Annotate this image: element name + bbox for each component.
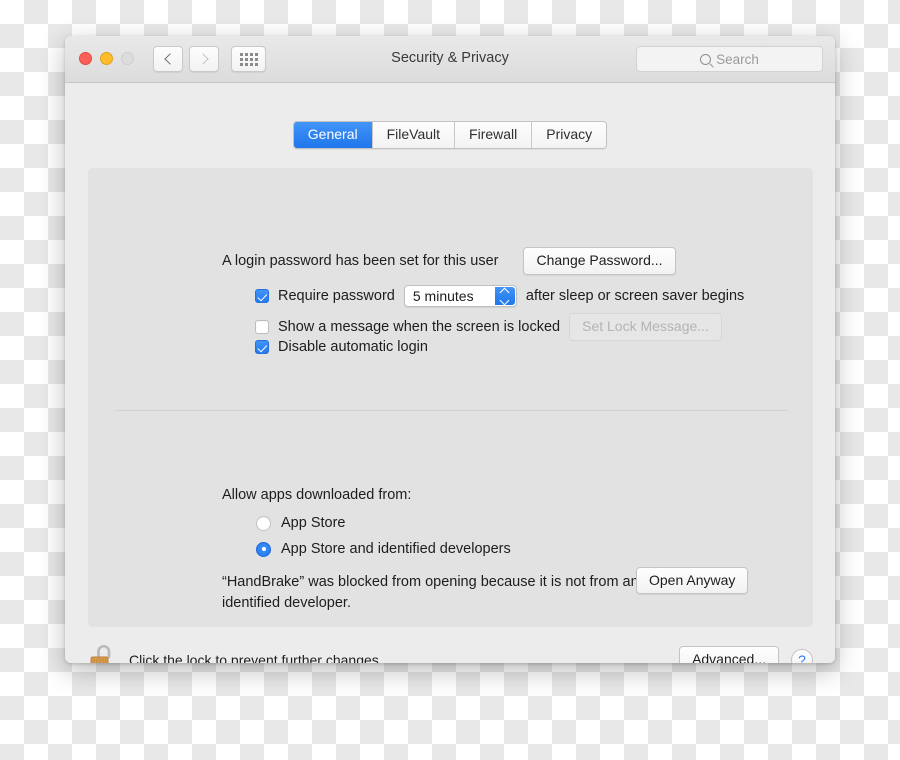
set-lock-message-button: Set Lock Message...: [569, 313, 722, 341]
require-password-suffix: after sleep or screen saver begins: [526, 288, 744, 304]
advanced-button[interactable]: Advanced...: [679, 646, 779, 663]
gatekeeper-option-identified-row[interactable]: App Store and identified developers: [256, 541, 511, 557]
disable-auto-login-checkbox[interactable]: [255, 340, 269, 354]
window-titlebar: Security & Privacy Search: [65, 36, 835, 83]
require-password-interval-select[interactable]: 5 minutes: [404, 285, 517, 307]
lock-note-text: Click the lock to prevent further change…: [129, 652, 383, 663]
blocked-app-message-line1: “HandBrake” was blocked from opening bec…: [222, 574, 692, 590]
stepper-arrows-icon[interactable]: [495, 287, 515, 305]
open-anyway-button[interactable]: Open Anyway: [636, 567, 748, 594]
section-divider: [115, 410, 788, 411]
radio-app-store-label: App Store: [281, 515, 346, 531]
blocked-app-message-line2: identified developer.: [222, 595, 692, 611]
general-settings-panel: [88, 168, 813, 627]
tab-privacy[interactable]: Privacy: [532, 122, 606, 148]
disable-auto-login-row: Disable automatic login: [255, 339, 428, 355]
footer-buttons: Advanced... ?: [679, 646, 813, 663]
radio-app-store-and-identified-developers[interactable]: [256, 542, 271, 557]
gatekeeper-option-appstore-row[interactable]: App Store: [256, 515, 346, 531]
login-password-row: A login password has been set for this u…: [222, 247, 676, 275]
window-body: General FileVault Firewall Privacy A log…: [65, 83, 835, 663]
blocked-app-message: “HandBrake” was blocked from opening bec…: [222, 574, 692, 611]
unlocked-padlock-icon[interactable]: [89, 642, 115, 663]
search-icon: [700, 54, 711, 65]
radio-app-store-and-identified-developers-label: App Store and identified developers: [281, 541, 511, 557]
tab-firewall[interactable]: Firewall: [455, 122, 532, 148]
change-password-button[interactable]: Change Password...: [523, 247, 675, 275]
show-lock-message-checkbox[interactable]: [255, 320, 269, 334]
radio-app-store[interactable]: [256, 516, 271, 531]
lock-row: Click the lock to prevent further change…: [89, 642, 383, 663]
search-placeholder: Search: [716, 52, 759, 67]
search-input[interactable]: Search: [636, 46, 823, 72]
open-anyway-wrapper: Open Anyway: [636, 572, 748, 590]
show-lock-message-label: Show a message when the screen is locked: [278, 319, 560, 335]
require-password-checkbox[interactable]: [255, 289, 269, 303]
tab-filevault[interactable]: FileVault: [373, 122, 455, 148]
require-password-row: Require password 5 minutes after sleep o…: [255, 285, 744, 307]
disable-auto-login-label: Disable automatic login: [278, 339, 428, 355]
require-password-interval-value: 5 minutes: [413, 288, 474, 304]
help-button[interactable]: ?: [791, 649, 813, 663]
gatekeeper-heading-row: Allow apps downloaded from:: [222, 487, 411, 503]
system-preferences-window: Security & Privacy Search General FileVa…: [65, 36, 835, 663]
tab-bar: General FileVault Firewall Privacy: [65, 121, 835, 149]
require-password-label: Require password: [278, 288, 395, 304]
tab-general[interactable]: General: [294, 122, 373, 148]
lock-message-row: Show a message when the screen is locked…: [255, 313, 722, 341]
login-password-status: A login password has been set for this u…: [222, 253, 498, 269]
gatekeeper-heading: Allow apps downloaded from:: [222, 487, 411, 503]
